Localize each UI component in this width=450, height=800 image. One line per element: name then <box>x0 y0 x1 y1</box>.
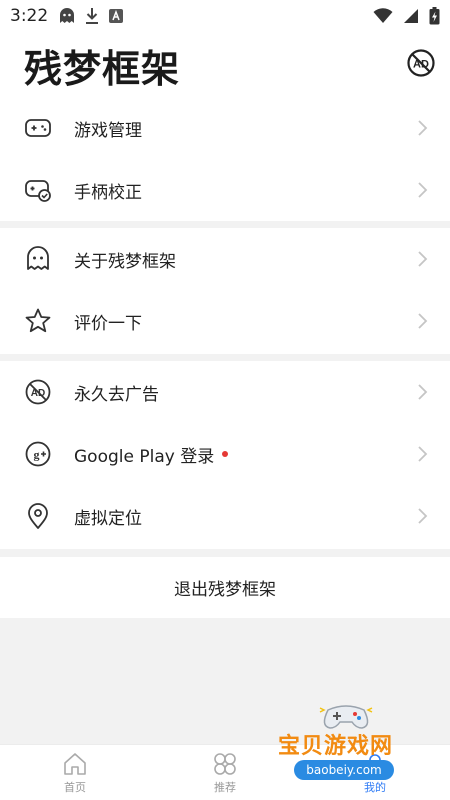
ghost-icon <box>24 245 52 273</box>
controller-check-icon <box>24 176 52 204</box>
tab-home[interactable]: 首页 <box>0 745 150 800</box>
no-ad-icon[interactable]: AD <box>406 48 436 78</box>
section-divider <box>0 354 450 361</box>
section-divider <box>0 221 450 228</box>
menu-item-label: 永久去广告 <box>74 384 159 405</box>
page-header: 残梦框架 AD <box>0 32 450 96</box>
tab-label: 首页 <box>64 780 86 794</box>
notification-dot <box>222 451 229 457</box>
watermark-subtitle: baobeiy.com <box>294 760 394 780</box>
chevron-right-icon <box>418 120 428 136</box>
logout-button[interactable]: 退出残梦框架 <box>0 557 450 618</box>
tab-label: 推荐 <box>214 780 236 794</box>
battery-icon <box>429 7 440 25</box>
menu-item-about[interactable]: 关于残梦框架 <box>0 228 450 290</box>
chevron-right-icon <box>418 446 428 462</box>
app-notification-icon <box>109 9 124 23</box>
watermark: 宝贝游戏网 baobeiy.com <box>278 700 428 792</box>
menu-item-label: 手柄校正 <box>74 182 142 203</box>
home-icon <box>64 752 86 775</box>
menu-group-features: AD 永久去广告 g Google Play 登录 虚拟定位 <box>0 361 450 547</box>
menu-item-label: 虚拟定位 <box>74 508 142 529</box>
chevron-right-icon <box>418 251 428 267</box>
gamepad-icon <box>24 114 52 142</box>
wifi-icon <box>373 8 393 23</box>
menu-item-game-management[interactable]: 游戏管理 <box>0 97 450 159</box>
star-icon <box>24 307 52 335</box>
menu-item-rate[interactable]: 评价一下 <box>0 290 450 352</box>
google-plus-icon: g <box>24 440 52 468</box>
watermark-title: 宝贝游戏网 <box>278 734 394 759</box>
menu-item-controller-calibration[interactable]: 手柄校正 <box>0 159 450 221</box>
logout-label: 退出残梦框架 <box>174 580 276 600</box>
chevron-right-icon <box>418 508 428 524</box>
page-title: 残梦框架 <box>24 47 181 91</box>
menu-item-label: 关于残梦框架 <box>74 251 176 272</box>
menu-item-label: Google Play 登录 <box>74 446 215 467</box>
status-bar: 3:22 <box>0 0 450 32</box>
menu-item-remove-ads[interactable]: AD 永久去广告 <box>0 361 450 423</box>
grid-icon <box>214 752 236 775</box>
menu-group-about: 关于残梦框架 评价一下 <box>0 228 450 352</box>
menu-item-label: 评价一下 <box>74 313 142 334</box>
menu-item-virtual-location[interactable]: 虚拟定位 <box>0 485 450 547</box>
download-icon <box>86 8 99 24</box>
menu-item-google-play-login[interactable]: g Google Play 登录 <box>0 423 450 485</box>
chevron-right-icon <box>418 182 428 198</box>
menu-item-label: 游戏管理 <box>74 120 142 141</box>
ghost-notification-icon <box>60 8 75 23</box>
signal-icon <box>404 9 418 23</box>
location-pin-icon <box>24 502 52 530</box>
chevron-right-icon <box>418 313 428 329</box>
status-time: 3:22 <box>10 6 49 26</box>
no-ad-icon: AD <box>24 378 52 406</box>
menu-group-game: 游戏管理 手柄校正 <box>0 97 450 221</box>
section-divider <box>0 549 450 557</box>
svg-text:g: g <box>34 448 40 462</box>
chevron-right-icon <box>418 384 428 400</box>
